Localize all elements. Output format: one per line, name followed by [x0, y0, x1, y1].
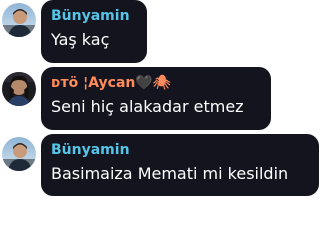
author-name[interactable]: Bünyamin — [51, 7, 135, 25]
message-text: Basimaiza Memati mi kesildin — [51, 164, 289, 183]
message-bubble[interactable]: Bünyamin Yaş kaç — [41, 0, 147, 63]
user-avatar-icon[interactable] — [2, 137, 36, 171]
message-text: Seni hiç alakadar etmez — [51, 97, 244, 116]
message-bubble[interactable]: ᴅᴛö ¦Aycan🖤🕷 Seni hiç alakadar etmez — [41, 67, 271, 130]
user-avatar-icon[interactable] — [2, 72, 36, 106]
chat-list: Bünyamin Yaş kaç ᴅᴛö ¦Aycan🖤🕷 Seni hiç a… — [0, 0, 320, 247]
user-avatar-icon[interactable] — [2, 3, 36, 37]
message-bubble[interactable]: Bünyamin Basimaiza Memati mi kesildin — [41, 134, 319, 196]
author-name[interactable]: ᴅᴛö ¦Aycan🖤🕷 — [51, 74, 259, 92]
message-text: Yaş kaç — [51, 30, 110, 49]
author-name[interactable]: Bünyamin — [51, 141, 307, 159]
